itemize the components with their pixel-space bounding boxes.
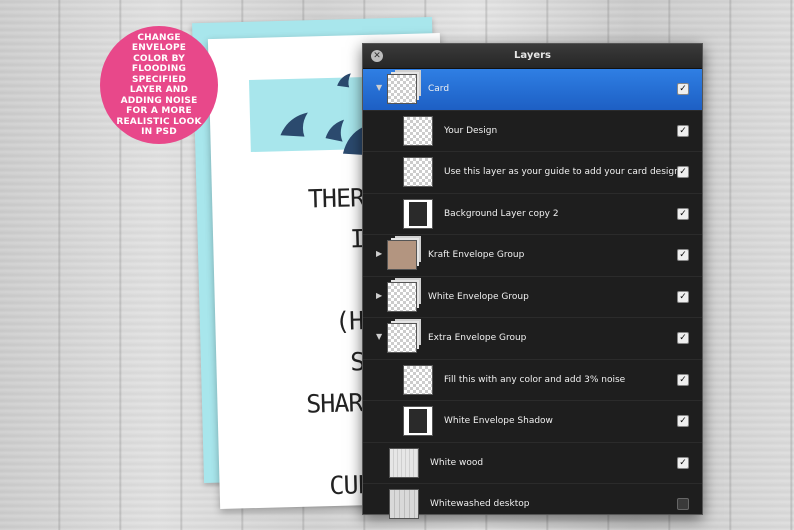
visibility-checkbox[interactable]: ✓ — [677, 373, 689, 386]
layer-thumbnail — [403, 157, 433, 187]
layer-name: Card — [428, 84, 450, 94]
visibility-checkbox[interactable]: ✓ — [677, 456, 689, 469]
promo-badge-text: CHANGE ENVELOPE COLOR BY FLOODING SPECIF… — [116, 32, 202, 138]
layer-thumbnail — [387, 74, 417, 104]
layer-thumbnail — [387, 240, 417, 270]
visibility-checkbox[interactable]: ✓ — [677, 83, 689, 95]
layer-row-your-design[interactable]: Your Design ✓ — [363, 111, 702, 152]
visibility-checkbox[interactable]: ✓ — [677, 415, 689, 427]
layer-name: Your Design — [444, 125, 498, 136]
layer-name: White Envelope Group — [428, 291, 529, 302]
layer-name: Extra Envelope Group — [428, 333, 527, 343]
visibility-checkbox[interactable]: ✓ — [677, 332, 689, 344]
layer-thumbnail — [403, 115, 433, 146]
layer-name: Whitewashed desktop — [430, 499, 530, 509]
disclosure-collapsed-icon[interactable]: ▶ — [376, 291, 382, 300]
layer-thumbnail — [387, 281, 417, 312]
visibility-checkbox[interactable]: ✓ — [677, 249, 689, 261]
disclosure-expanded-icon[interactable]: ▼ — [376, 332, 382, 341]
disclosure-expanded-icon[interactable]: ▼ — [376, 83, 382, 92]
layer-row-fill-noise[interactable]: Fill this with any color and add 3% nois… — [363, 360, 702, 401]
layer-name: Kraft Envelope Group — [428, 250, 525, 260]
layer-thumbnail — [403, 198, 433, 229]
layer-thumbnail — [389, 447, 419, 478]
layer-name: White wood — [430, 457, 484, 468]
layer-name: Background Layer copy 2 — [444, 208, 559, 219]
layers-panel: ✕ Layers ▼ Card ✓ Your Design ✓ Use this… — [362, 43, 703, 519]
layer-thumbnail — [403, 406, 433, 436]
visibility-checkbox[interactable]: ✓ — [677, 498, 689, 510]
visibility-checkbox[interactable]: ✓ — [677, 124, 689, 137]
layer-name: White Envelope Shadow — [444, 416, 553, 426]
layer-thumbnail — [387, 323, 417, 353]
visibility-checkbox[interactable]: ✓ — [677, 166, 689, 178]
layer-name: Fill this with any color and add 3% nois… — [444, 374, 626, 385]
layers-list: ▼ Card ✓ Your Design ✓ Use this layer as… — [363, 69, 702, 525]
close-icon[interactable]: ✕ — [371, 50, 383, 62]
layer-row-card[interactable]: ▼ Card ✓ — [363, 69, 702, 111]
visibility-checkbox[interactable]: ✓ — [677, 207, 689, 220]
layer-row-white-envelope-group[interactable]: ▶ White Envelope Group ✓ — [363, 277, 702, 318]
layer-thumbnail — [389, 489, 419, 519]
panel-title-bar: ✕ Layers — [363, 44, 702, 69]
layer-row-extra-envelope-group[interactable]: ▼ Extra Envelope Group ✓ — [363, 318, 702, 360]
layer-row-guide[interactable]: Use this layer as your guide to add your… — [363, 152, 702, 194]
layer-row-white-wood[interactable]: White wood ✓ — [363, 443, 702, 484]
layer-row-background-copy-2[interactable]: Background Layer copy 2 ✓ — [363, 194, 702, 235]
disclosure-collapsed-icon[interactable]: ▶ — [376, 249, 382, 258]
layer-row-kraft-envelope-group[interactable]: ▶ Kraft Envelope Group ✓ — [363, 235, 702, 277]
panel-title: Layers — [514, 50, 551, 61]
promo-badge: CHANGE ENVELOPE COLOR BY FLOODING SPECIF… — [100, 26, 218, 144]
layer-row-whitewashed-desktop[interactable]: Whitewashed desktop ✓ — [363, 484, 702, 525]
layer-row-white-envelope-shadow[interactable]: White Envelope Shadow ✓ — [363, 401, 702, 443]
layer-thumbnail — [403, 364, 433, 395]
layer-name: Use this layer as your guide to add your… — [444, 167, 680, 177]
visibility-checkbox[interactable]: ✓ — [677, 290, 689, 303]
